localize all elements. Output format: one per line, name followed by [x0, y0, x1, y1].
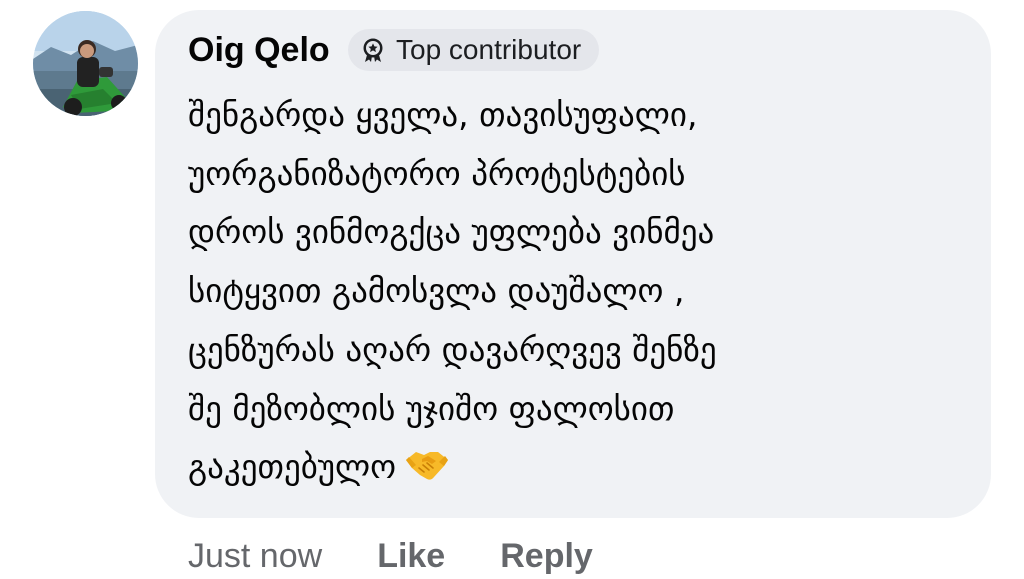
badge-label: Top contributor — [396, 34, 582, 65]
comment-line: შენგარდა ყველა, თავისუფალი, — [188, 95, 698, 134]
comment-timestamp[interactable]: Just now — [188, 537, 322, 576]
comment-actions: Just now Like Reply — [188, 533, 593, 579]
avatar[interactable] — [33, 11, 138, 116]
comment-container: Oig Qelo Top contributor შენგარდა ყველა,… — [0, 0, 1024, 579]
comment-line: დროს ვინმოგქცა უფლება ვინმეა — [188, 212, 715, 252]
comment-line: სიტყვით გამოსვლა დაუშალო , — [188, 271, 685, 311]
author-name[interactable]: Oig Qelo — [188, 30, 330, 70]
reply-button[interactable]: Reply — [500, 537, 593, 576]
comment-last-line: გაკეთებულო — [188, 438, 968, 497]
comment-bubble: Oig Qelo Top contributor შენგარდა ყველა,… — [155, 10, 991, 518]
like-button[interactable]: Like — [377, 537, 445, 576]
comment-line: უორგანიზატორო პროტესტების — [188, 153, 686, 193]
top-contributor-badge-icon — [363, 38, 383, 62]
comment-line: შე მეზობლის უჯიშო ფალოსით — [188, 388, 675, 428]
comment-text: შენგარდა ყველა, თავისუფალი, უორგანიზატორ… — [188, 86, 968, 497]
handshake-emoji — [406, 452, 449, 480]
top-contributor-badge[interactable]: Top contributor — [348, 29, 600, 71]
avatar-photo — [33, 11, 138, 116]
comment-line: ცენზურას აღარ დავარღვევ შენზე — [188, 329, 717, 369]
comment-line: გაკეთებულო — [188, 447, 397, 487]
